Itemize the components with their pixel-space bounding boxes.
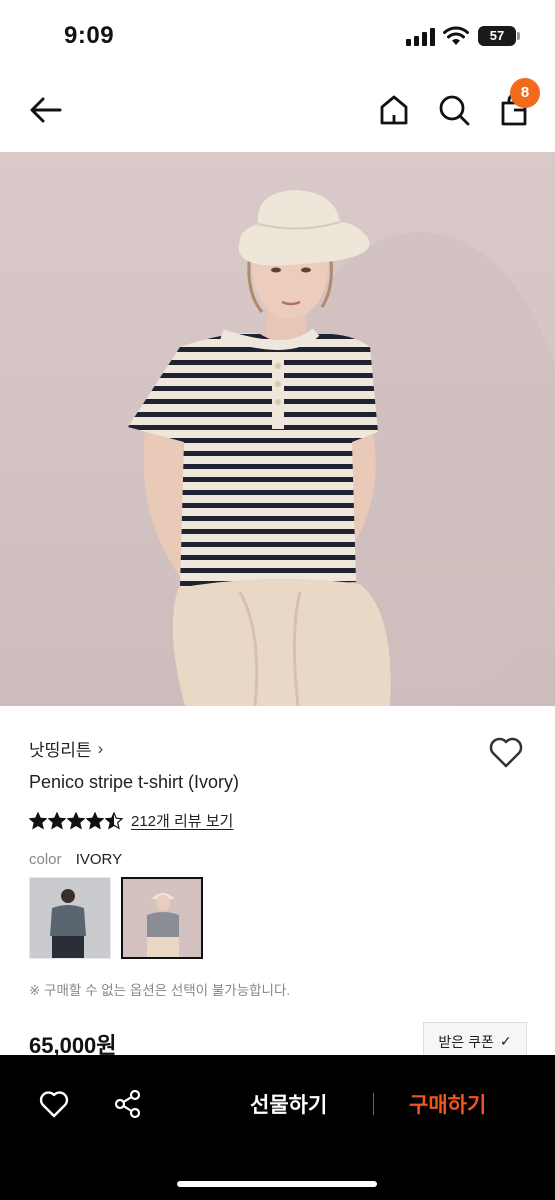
divider bbox=[373, 1093, 374, 1115]
arrow-left-icon[interactable] bbox=[26, 90, 66, 130]
color-swatches bbox=[29, 877, 203, 959]
cart-count-badge: 8 bbox=[510, 78, 540, 108]
signal-icon bbox=[406, 28, 435, 46]
color-option-row: color IVORY bbox=[29, 851, 122, 868]
status-bar: 9:09 57 bbox=[0, 0, 555, 72]
chevron-right-icon: › bbox=[97, 738, 104, 758]
star-icon bbox=[86, 811, 104, 830]
status-time: 9:09 bbox=[64, 22, 115, 49]
color-swatch-ivory[interactable] bbox=[121, 877, 203, 959]
color-swatch-gray[interactable] bbox=[29, 877, 111, 959]
brand-name: 낫띵리튼 bbox=[29, 741, 92, 760]
star-icon bbox=[29, 811, 47, 830]
wifi-icon bbox=[443, 26, 469, 45]
review-link[interactable]: 212개 리뷰 보기 bbox=[131, 810, 233, 831]
product-hero-image[interactable] bbox=[0, 152, 555, 706]
star-rating bbox=[29, 811, 123, 830]
model-photo bbox=[128, 190, 555, 706]
gift-button[interactable]: 선물하기 bbox=[250, 1089, 327, 1119]
battery-cap bbox=[517, 32, 520, 40]
star-icon bbox=[48, 811, 66, 830]
color-value: IVORY bbox=[75, 851, 123, 868]
home-icon[interactable] bbox=[374, 90, 414, 130]
color-label: color bbox=[29, 851, 62, 868]
share-icon[interactable] bbox=[113, 1089, 143, 1119]
search-icon[interactable] bbox=[434, 90, 474, 130]
check-icon: ✓ bbox=[499, 1033, 512, 1049]
home-indicator bbox=[177, 1181, 377, 1187]
option-notice: ※ 구매할 수 없는 옵션은 선택이 불가능합니다. bbox=[29, 983, 291, 998]
brand-link[interactable]: 낫띵리튼 › bbox=[29, 736, 103, 761]
bottom-action-bar: 선물하기 구매하기 bbox=[0, 1055, 555, 1200]
battery-indicator: 57 bbox=[478, 26, 516, 46]
swatch-thumbnail bbox=[123, 879, 201, 957]
product-title: Penico stripe t-shirt (Ivory) bbox=[29, 772, 240, 792]
star-icon bbox=[105, 811, 123, 830]
battery-level: 57 bbox=[489, 28, 505, 43]
swatch-thumbnail bbox=[30, 878, 110, 958]
top-nav: 8 bbox=[0, 72, 555, 152]
buy-button[interactable]: 구매하기 bbox=[409, 1089, 486, 1119]
heart-icon[interactable] bbox=[39, 1089, 69, 1119]
coupon-label: 받은 쿠폰 bbox=[438, 1033, 494, 1050]
rating-row: 212개 리뷰 보기 bbox=[29, 810, 233, 831]
star-icon bbox=[67, 811, 85, 830]
heart-icon[interactable] bbox=[488, 735, 524, 769]
